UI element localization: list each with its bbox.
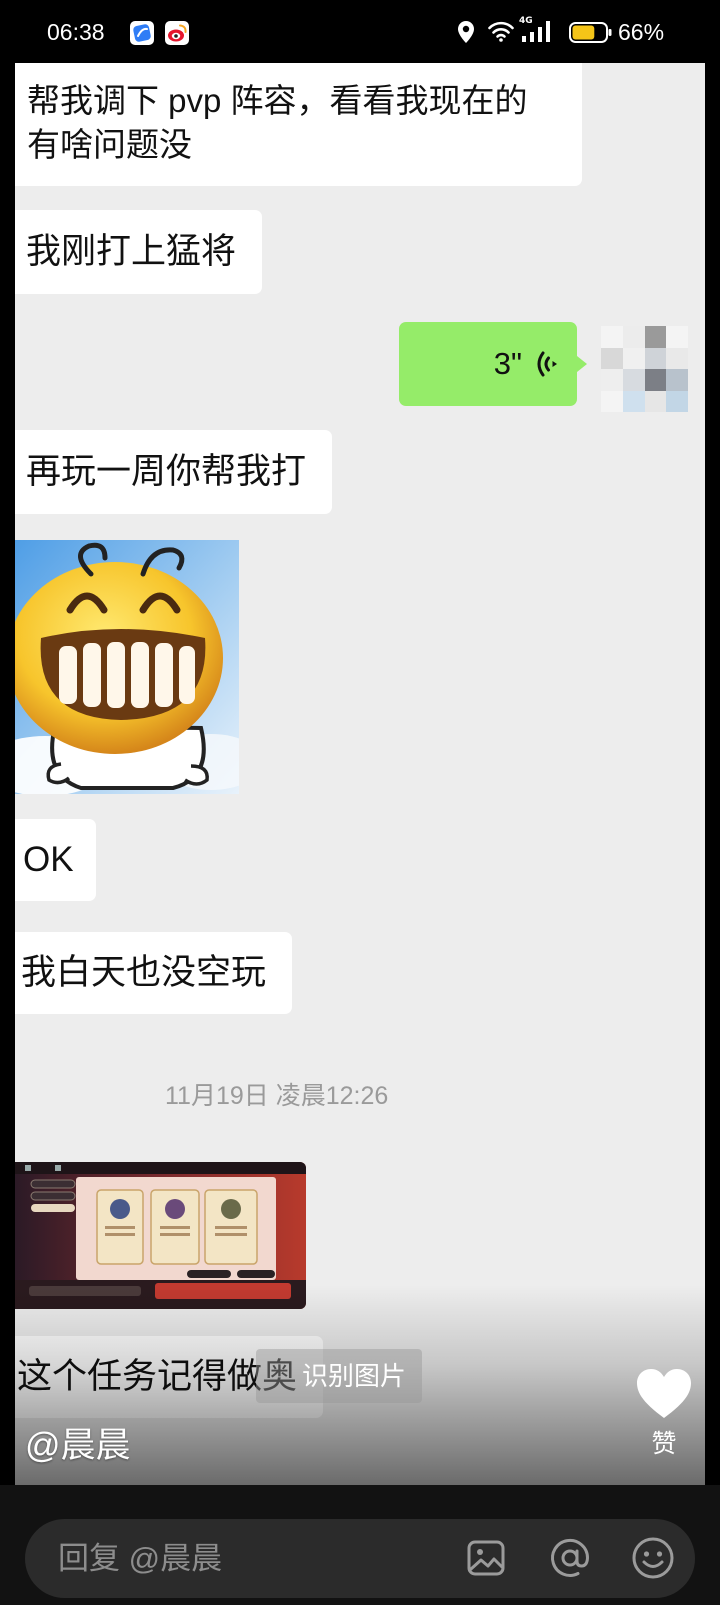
- avatar-pixel: [601, 347, 623, 369]
- reply-placeholder[interactable]: 回复 @晨晨: [58, 1519, 222, 1598]
- avatar-pixel: [601, 326, 623, 348]
- recognize-image-button[interactable]: 识别图片: [256, 1349, 422, 1403]
- avatar-pixel: [666, 369, 688, 391]
- message-text: 有啥问题没: [27, 126, 192, 163]
- message-bubble: 我白天也没空玩: [15, 932, 293, 1014]
- battery-icon: [569, 22, 612, 43]
- pixelated-avatar: [601, 326, 688, 412]
- game-screenshot-thumbnail: [15, 1162, 306, 1309]
- message-text: 这个任务记得做奥: [17, 1357, 298, 1396]
- browser-app-icon: [130, 21, 154, 45]
- status-bar: 06:38 4G 66%: [0, 0, 720, 63]
- battery-percentage: 66%: [618, 19, 665, 45]
- message-text: 我刚打上猛将: [26, 232, 237, 271]
- chat-screenshot[interactable]: 帮我调下 pvp 阵容，看看我现在的 有啥问题没 我刚打上猛将 3" 再玩一周你…: [15, 63, 705, 1485]
- clock: 06:38: [47, 19, 105, 45]
- message-bubble: 帮我调下 pvp 阵容，看看我现在的 有啥问题没: [15, 63, 582, 186]
- message-bubble: 我刚打上猛将: [15, 210, 263, 294]
- avatar-pixel: [622, 347, 645, 369]
- reply-input[interactable]: 回复 @晨晨: [25, 1519, 695, 1598]
- thumbnail-bottom-bar: [15, 1280, 306, 1309]
- message-text: 再玩一周你帮我打: [26, 452, 307, 491]
- avatar-pixel: [622, 390, 645, 412]
- avatar-pixel: [666, 347, 688, 369]
- network-type-label: 4G: [519, 16, 533, 26]
- message-bubble: 再玩一周你帮我打: [15, 430, 333, 514]
- avatar-pixel: [666, 390, 688, 412]
- thumbnail-panel: [76, 1177, 276, 1280]
- message-text: OK: [23, 840, 74, 879]
- avatar-pixel: [601, 369, 623, 391]
- emoji-icon[interactable]: [631, 1536, 675, 1580]
- avatar-pixel: [622, 369, 645, 391]
- battery-fill: [572, 25, 595, 40]
- cellular-signal-icon: 4G: [519, 16, 557, 44]
- voice-message-bubble: 3": [399, 322, 577, 406]
- grinning-face-sticker: [15, 540, 239, 794]
- heart-icon[interactable]: [635, 1368, 693, 1420]
- avatar-pixel: [601, 390, 623, 412]
- message-bubble: OK: [15, 819, 96, 901]
- weibo-icon: [165, 21, 189, 45]
- avatar-pixel: [644, 369, 667, 391]
- voice-duration: 3": [493, 346, 522, 381]
- wifi-icon: [488, 21, 514, 42]
- avatar-pixel: [644, 326, 667, 348]
- reply-bar: 回复 @晨晨: [0, 1485, 720, 1605]
- location-icon: [458, 21, 474, 43]
- avatar-pixel: [666, 326, 688, 348]
- at-icon[interactable]: [549, 1537, 591, 1579]
- message-text: 帮我调下 pvp 阵容，看看我现在的: [27, 82, 528, 119]
- author-handle[interactable]: @晨晨: [25, 1426, 131, 1466]
- voice-wave-icon: [537, 351, 557, 377]
- avatar-pixel: [644, 347, 667, 369]
- image-icon[interactable]: [467, 1538, 505, 1578]
- thumbnail-menu: [30, 1179, 76, 1212]
- chat-timestamp: 11月19日 凌晨12:26: [165, 1082, 389, 1110]
- voice-bubble-tail: [577, 356, 587, 372]
- avatar-pixel: [622, 326, 645, 348]
- message-text: 我白天也没空玩: [21, 953, 267, 992]
- like-label[interactable]: 赞: [639, 1430, 689, 1458]
- avatar-pixel: [644, 390, 667, 412]
